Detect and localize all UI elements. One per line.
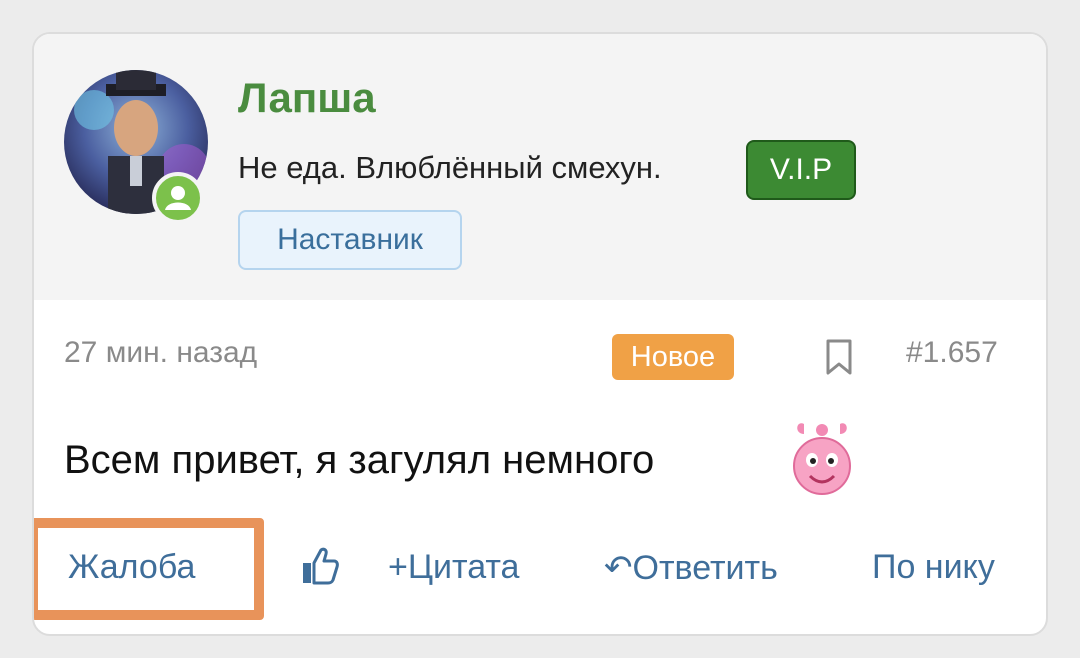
username[interactable]: Лапша [238, 74, 376, 122]
user-title: Не еда. Влюблённый смехун. [238, 150, 662, 185]
new-badge: Новое [612, 334, 734, 380]
smiley-icon [790, 418, 854, 498]
post-number[interactable]: #1.657 [906, 336, 998, 370]
plus-icon: + [388, 548, 408, 586]
like-icon[interactable] [300, 546, 340, 586]
role-badge: Наставник [238, 210, 462, 270]
post-message: Всем привет, я загулял немного [64, 438, 655, 482]
reply-label: Ответить [632, 549, 778, 587]
mention-by-nick-button[interactable]: По нику [872, 548, 995, 587]
bookmark-icon[interactable] [824, 338, 854, 376]
reply-button[interactable]: ↶Ответить [604, 548, 778, 588]
quote-button[interactable]: +Цитата [388, 548, 519, 587]
highlight-box [34, 518, 264, 620]
quote-label: Цитата [407, 548, 520, 586]
online-status-icon [152, 172, 204, 224]
post-time[interactable]: 27 мин. назад [64, 336, 257, 370]
vip-badge: V.I.P [746, 140, 856, 200]
reply-arrow-icon: ↶ [604, 549, 633, 587]
forum-post: Лапша Не еда. Влюблённый смехун. V.I.P Н… [32, 32, 1048, 636]
